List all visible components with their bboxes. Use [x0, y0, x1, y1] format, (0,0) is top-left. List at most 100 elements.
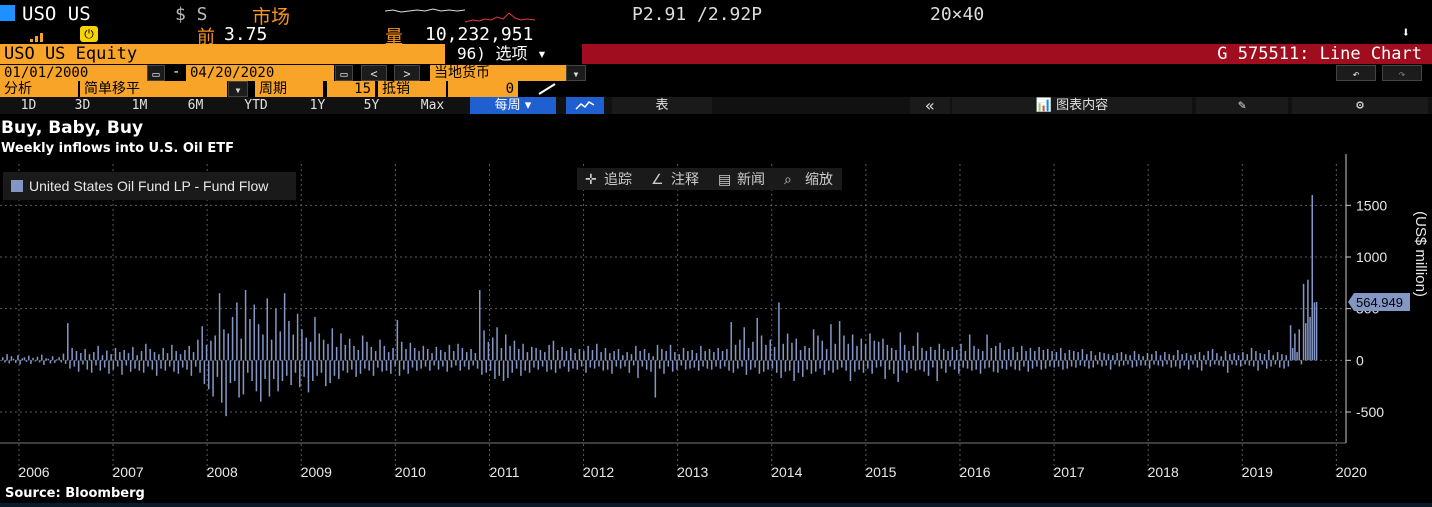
flow-bar: [153, 352, 156, 361]
analysis-method-field[interactable]: 简单移平: [80, 81, 227, 97]
edit-icon[interactable]: ✎: [1196, 97, 1288, 114]
x-tick-label: 2006: [18, 464, 49, 480]
flow-bar: [123, 350, 125, 361]
flow-bar: [999, 342, 1001, 361]
crosshair-icon[interactable]: ✛: [585, 168, 597, 190]
currency-dropdown-icon[interactable]: ▾: [566, 65, 586, 81]
tab-3d[interactable]: 3D: [60, 97, 105, 114]
track-tool[interactable]: 追踪: [604, 168, 632, 190]
flow-bar: [405, 348, 407, 361]
tab-ytd[interactable]: YTD: [230, 97, 282, 114]
flow-bar: [802, 360, 804, 377]
tab-1m[interactable]: 1M: [117, 97, 162, 114]
flow-bar: [1174, 360, 1177, 367]
flow-bar: [1278, 360, 1281, 368]
flow-bar: [825, 348, 828, 361]
flow-bar: [624, 360, 626, 367]
tab-6m[interactable]: 6M: [173, 97, 218, 114]
news-icon[interactable]: ▤: [718, 168, 731, 190]
flow-bar: [8, 360, 11, 364]
start-date-field[interactable]: 01/01/2000: [0, 65, 147, 81]
flow-bar: [1220, 356, 1222, 361]
prev-range-button[interactable]: <: [361, 65, 387, 81]
flow-bar: [136, 355, 138, 361]
flow-bar: [1231, 360, 1233, 365]
period-field[interactable]: 15: [327, 81, 375, 97]
tab-5y[interactable]: 5Y: [349, 97, 394, 114]
tab-1y[interactable]: 1Y: [295, 97, 340, 114]
next-range-button[interactable]: >: [394, 65, 420, 81]
bid-ask-quote: P2.91 /2.92P: [632, 4, 763, 25]
line-chart-icon[interactable]: [566, 97, 604, 114]
zoom-tool[interactable]: 缩放: [805, 168, 833, 190]
frequency-dropdown[interactable]: 每周 ▾: [470, 97, 556, 114]
flow-bar: [661, 348, 663, 361]
security-bar: USO US Equity 96) 选项 ▾ G 575511: Line Ch…: [0, 44, 1432, 64]
flow-bar: [1118, 360, 1121, 367]
flow-bar: [1194, 354, 1196, 361]
annotate-icon[interactable]: ∠: [651, 168, 664, 190]
end-calendar-icon[interactable]: ▭: [335, 65, 353, 81]
flow-bar: [439, 350, 442, 361]
table-view-button[interactable]: 表: [612, 97, 712, 114]
flow-bar: [635, 345, 637, 361]
flow-bar: [1200, 360, 1203, 371]
flow-bar: [342, 360, 344, 371]
pencil-icon[interactable]: [535, 82, 561, 96]
offset-field[interactable]: 0: [448, 81, 518, 97]
flow-bar: [1053, 360, 1056, 368]
options-menu-button[interactable]: 96) 选项 ▾: [445, 44, 582, 64]
flow-bar: [1283, 360, 1285, 369]
flow-bar: [617, 348, 620, 361]
flow-bar: [823, 360, 826, 375]
end-date-field[interactable]: 04/20/2020: [186, 65, 334, 81]
alert-icon[interactable]: ⏻: [80, 26, 98, 42]
legend-swatch: [11, 180, 23, 192]
flow-bar: [2, 357, 4, 361]
news-tool[interactable]: 新闻: [737, 168, 765, 190]
flow-bar: [418, 351, 420, 361]
flow-bar: [754, 360, 756, 368]
undo-icon[interactable]: ↶: [1336, 65, 1376, 81]
redo-icon[interactable]: ↷: [1382, 65, 1422, 81]
chart-source: Source: Bloomberg: [5, 486, 145, 501]
collapse-icon[interactable]: «: [910, 97, 950, 114]
flow-bar: [223, 329, 225, 361]
method-dropdown-icon[interactable]: ▾: [228, 81, 248, 97]
flow-bar: [461, 347, 464, 361]
flow-bar: [186, 360, 188, 370]
currency-field[interactable]: 当地货币: [430, 65, 566, 81]
flow-bar: [606, 360, 609, 370]
flow-bar: [1268, 350, 1270, 361]
flow-bar: [559, 360, 561, 369]
legend-label: United States Oil Fund LP - Fund Flow: [29, 178, 269, 194]
flow-bar: [520, 360, 522, 376]
flow-bar: [1138, 354, 1140, 361]
flow-bar: [1051, 351, 1053, 361]
settings-gear-icon[interactable]: ⚙: [1292, 97, 1428, 114]
zoom-icon[interactable]: ⌕: [784, 168, 792, 190]
start-calendar-icon[interactable]: ▭: [147, 65, 165, 81]
tab-max[interactable]: Max: [405, 97, 460, 114]
security-name-field[interactable]: USO US Equity: [0, 44, 445, 64]
flow-bar: [496, 327, 498, 361]
annotate-tool[interactable]: 注释: [671, 168, 699, 190]
flow-bar: [171, 344, 173, 361]
flow-bar: [901, 360, 904, 371]
flow-bar: [1263, 354, 1266, 361]
flow-bar: [795, 338, 798, 361]
chart-legend[interactable]: United States Oil Fund LP - Fund Flow: [3, 172, 296, 200]
export-icon[interactable]: ⬇: [1398, 25, 1414, 41]
bottom-strip: [0, 503, 1432, 507]
flow-bar: [1153, 360, 1155, 365]
flow-bar: [1038, 346, 1040, 361]
tab-1d[interactable]: 1D: [6, 97, 51, 114]
flow-bar: [526, 352, 529, 361]
flow-bar: [1281, 354, 1283, 361]
flow-bar: [1261, 360, 1264, 365]
flow-bar: [583, 351, 585, 361]
flow-bar: [470, 348, 472, 361]
chart-content-button[interactable]: 📊 图表内容: [952, 97, 1192, 114]
x-tick-label: 2011: [489, 464, 519, 480]
flow-bar: [854, 360, 856, 372]
